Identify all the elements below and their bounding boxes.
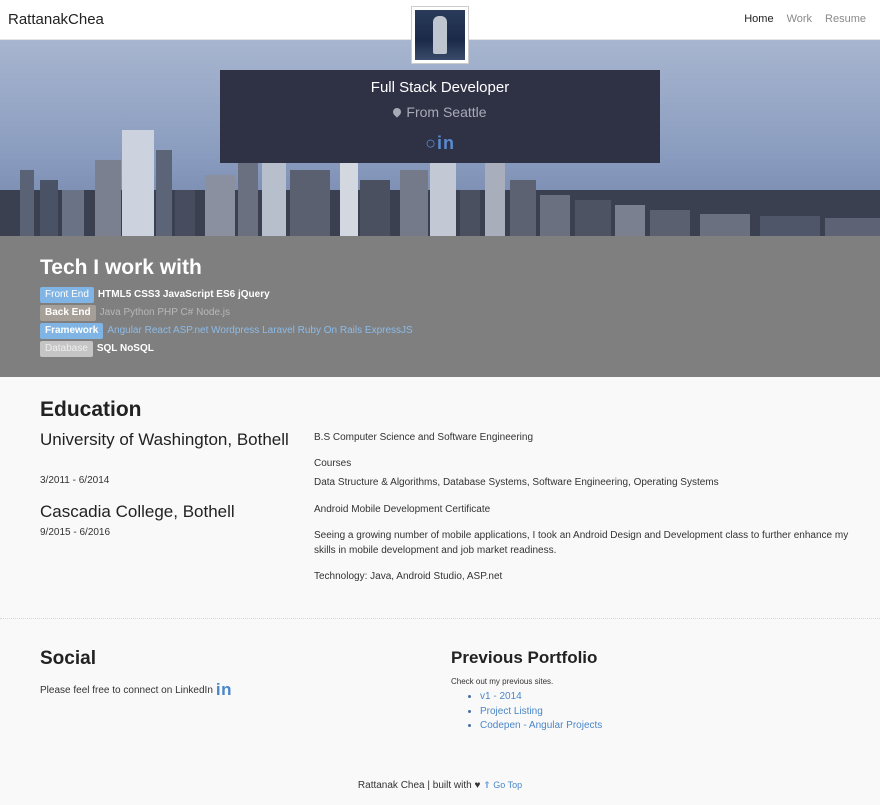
tag-database: Database (40, 340, 93, 357)
tech-items-database: SQL NoSQL (96, 343, 154, 354)
portfolio-heading: Previous Portfolio (451, 648, 598, 667)
school-name: University of Washington, Bothell (40, 430, 289, 449)
certificate-text: Android Mobile Development Certificate (314, 504, 491, 515)
nav-work-link[interactable]: Work (787, 13, 812, 25)
hero-location: From Seattle (220, 104, 660, 120)
hero-banner: Full Stack Developer From Seattle ○in (0, 40, 880, 236)
hero-title: Full Stack Developer (370, 79, 510, 96)
tech-items-backend: Java Python PHP C# Node.js (99, 307, 231, 318)
tag-back-end: Back End (40, 304, 96, 321)
tech-row-backend: Back End Java Python PHP C# Node.js (40, 304, 230, 321)
social-text: Please feel free to connect on LinkedIn … (40, 680, 232, 700)
list-item: Codepen - Angular Projects (480, 719, 602, 734)
hero-card: Full Stack Developer From Seattle ○in (220, 70, 660, 163)
tech-row-database: Database SQL NoSQL (40, 340, 154, 357)
portfolio-link-v1[interactable]: v1 - 2014 (480, 691, 522, 702)
tech-row-framework: Framework Angular React ASP.net Wordpres… (40, 322, 413, 339)
tag-front-end: Front End (40, 286, 94, 303)
footer-text: Rattanak Chea | built with (357, 780, 472, 791)
portfolio-links: v1 - 2014 Project Listing Codepen - Angu… (468, 690, 602, 734)
social-heading: Social (40, 648, 96, 669)
courses-text: Data Structure & Algorithms, Database Sy… (314, 477, 719, 488)
tech-row-frontend: Front End HTML5 CSS3 JavaScript ES6 jQue… (40, 286, 270, 303)
tech-heading: Tech I work with (40, 256, 202, 279)
list-item: Project Listing (480, 705, 602, 720)
tech-section: Tech I work with Front End HTML5 CSS3 Ja… (0, 236, 880, 377)
education-heading: Education (40, 398, 142, 421)
heart-icon: ♥ (474, 780, 481, 791)
map-pin-icon (391, 106, 404, 118)
nav-links: Home Work Resume (744, 13, 866, 25)
nav-home-link[interactable]: Home (744, 13, 773, 25)
portfolio-intro: Check out my previous sites. (451, 677, 554, 686)
linkedin-icon[interactable]: in (437, 133, 455, 153)
avatar (411, 6, 469, 64)
tech-items-framework: Angular React ASP.net Wordpress Laravel … (107, 325, 413, 336)
footer: Rattanak Chea | built with ♥ ⇑ Go Top (0, 780, 880, 791)
hero-social-links: ○in (220, 133, 660, 154)
courses-label: Courses (314, 458, 352, 469)
nav-resume-link[interactable]: Resume (825, 13, 866, 25)
tag-framework: Framework (40, 322, 104, 339)
portfolio-link-codepen[interactable]: Codepen - Angular Projects (480, 720, 602, 731)
go-top-link[interactable]: ⇑ Go Top (483, 780, 522, 790)
brand-link[interactable]: RattanakChea (8, 11, 104, 28)
school-dates: 3/2011 - 6/2014 (40, 475, 110, 486)
tech-items-frontend: HTML5 CSS3 JavaScript ES6 jQuery (97, 289, 270, 300)
school-name: Cascadia College, Bothell (40, 502, 235, 521)
avatar-image (415, 10, 465, 60)
technology-text: Technology: Java, Android Studio, ASP.ne… (314, 571, 503, 582)
school-dates: 9/2015 - 6/2016 (40, 527, 111, 538)
linkedin-icon[interactable]: in (216, 680, 232, 700)
section-divider (0, 618, 880, 619)
portfolio-link-project-listing[interactable]: Project Listing (480, 706, 543, 717)
certificate-description: Seeing a growing number of mobile applic… (314, 530, 849, 556)
social-description: Please feel free to connect on LinkedIn (40, 684, 213, 696)
hero-location-text: From Seattle (406, 104, 487, 120)
list-item: v1 - 2014 (480, 690, 602, 705)
github-icon[interactable]: ○ (425, 133, 437, 153)
degree-text: B.S Computer Science and Software Engine… (314, 432, 534, 443)
